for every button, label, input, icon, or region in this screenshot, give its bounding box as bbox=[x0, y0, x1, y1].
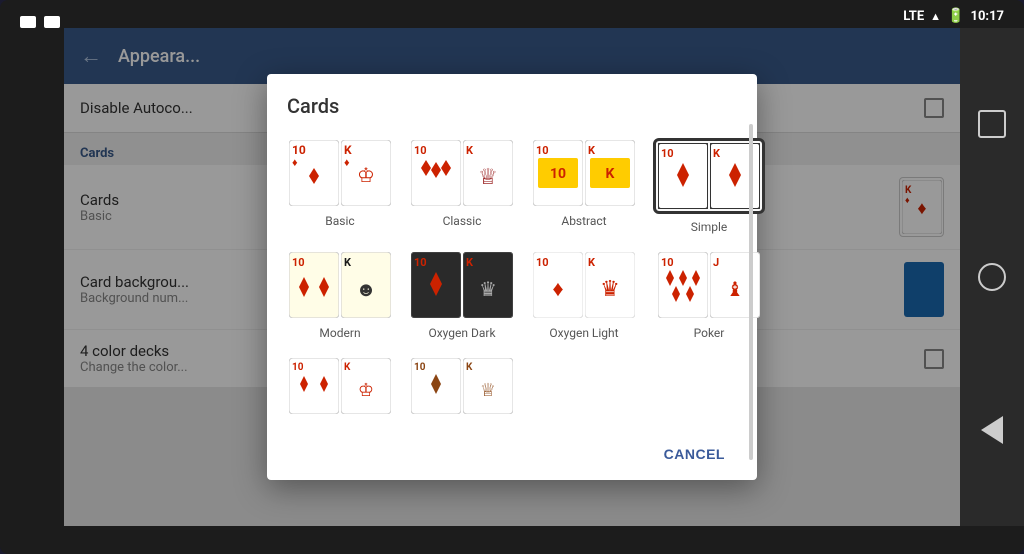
notification-icon bbox=[44, 16, 60, 28]
abstract-card-pair: 10 10 K K bbox=[531, 138, 637, 208]
svg-text:♦: ♦ bbox=[552, 277, 563, 302]
svg-text:♦: ♦ bbox=[344, 156, 350, 169]
cards-options-grid: 10 ♦ K ♦ ♔ Basic bbox=[283, 134, 741, 344]
svg-text:☻: ☻ bbox=[355, 277, 376, 301]
svg-text:♔: ♔ bbox=[357, 163, 375, 187]
svg-text:10: 10 bbox=[292, 143, 306, 157]
classic-card-pair: 10 K ♕ bbox=[409, 138, 515, 208]
signal-icon: ▲ bbox=[930, 10, 941, 23]
battery-icon: 🔋 bbox=[947, 8, 964, 24]
status-bar: LTE ▲ 🔋 10:17 bbox=[903, 8, 1004, 24]
modern-card-pair: 10 K ☻ bbox=[287, 250, 393, 320]
status-icons-left bbox=[20, 8, 60, 28]
modal-actions: CANCEL bbox=[283, 428, 741, 472]
svg-text:♛: ♛ bbox=[600, 277, 620, 302]
svg-text:10: 10 bbox=[661, 147, 674, 160]
card-option-classic[interactable]: 10 K ♕ Classic bbox=[405, 134, 519, 238]
square-nav-icon[interactable] bbox=[978, 110, 1006, 138]
svg-text:K: K bbox=[466, 144, 474, 157]
svg-text:K: K bbox=[713, 147, 721, 160]
back-nav-icon[interactable] bbox=[981, 416, 1003, 444]
svg-text:10: 10 bbox=[661, 256, 674, 269]
extra-cards-row: 10 K ♔ bbox=[283, 352, 741, 420]
svg-text:10: 10 bbox=[536, 256, 549, 269]
svg-text:10: 10 bbox=[414, 144, 427, 157]
card-option-abstract[interactable]: 10 10 K K Abstract bbox=[527, 134, 641, 238]
oxygen-dark-label: Oxygen Dark bbox=[428, 326, 495, 340]
abstract-label: Abstract bbox=[561, 214, 606, 228]
svg-text:♝: ♝ bbox=[726, 277, 744, 301]
card-option-oxygen-light[interactable]: 10 ♦ K ♛ Oxygen Light bbox=[527, 246, 641, 344]
svg-text:K: K bbox=[588, 256, 596, 269]
svg-text:J: J bbox=[713, 256, 719, 269]
extra1-pair: 10 K ♔ bbox=[287, 356, 393, 416]
svg-text:♕: ♕ bbox=[478, 165, 498, 190]
card-option-extra2[interactable]: 10 K ♕ bbox=[405, 352, 519, 420]
svg-text:10: 10 bbox=[550, 166, 566, 182]
svg-text:10: 10 bbox=[292, 362, 304, 373]
modal-scrollbar[interactable] bbox=[749, 124, 753, 460]
circle-nav-icon[interactable] bbox=[978, 263, 1006, 291]
svg-text:K: K bbox=[588, 144, 596, 157]
modal-title: Cards bbox=[283, 94, 741, 118]
svg-text:K: K bbox=[344, 143, 352, 157]
svg-text:♛: ♛ bbox=[479, 277, 497, 301]
card-option-extra1[interactable]: 10 K ♔ bbox=[283, 352, 397, 420]
cancel-button[interactable]: CANCEL bbox=[648, 436, 741, 472]
modern-label: Modern bbox=[319, 326, 360, 340]
svg-text:10: 10 bbox=[414, 362, 426, 373]
oxygen-light-label: Oxygen Light bbox=[549, 326, 618, 340]
svg-text:♦: ♦ bbox=[292, 156, 298, 169]
svg-text:K: K bbox=[344, 256, 352, 269]
poker-label: Poker bbox=[694, 326, 725, 340]
basic-label: Basic bbox=[325, 214, 354, 228]
svg-text:10: 10 bbox=[292, 256, 305, 269]
cards-dialog: Cards 10 ♦ K ♦ bbox=[267, 74, 757, 480]
navigation-bar bbox=[960, 28, 1024, 526]
svg-text:♔: ♔ bbox=[358, 380, 374, 401]
sim-icon bbox=[20, 16, 36, 28]
modal-overlay: Cards 10 ♦ K ♦ bbox=[64, 28, 960, 526]
oxygen-dark-card-pair: 10 K ♛ bbox=[409, 250, 515, 320]
time-display: 10:17 bbox=[971, 9, 1005, 24]
classic-label: Classic bbox=[443, 214, 482, 228]
svg-text:10: 10 bbox=[414, 256, 427, 269]
extra2-pair: 10 K ♕ bbox=[409, 356, 515, 416]
svg-text:10: 10 bbox=[536, 144, 549, 157]
basic-card-pair: 10 ♦ K ♦ ♔ bbox=[287, 138, 393, 208]
card-option-oxygen-dark[interactable]: 10 K ♛ Oxygen Dark bbox=[405, 246, 519, 344]
svg-text:K: K bbox=[606, 166, 615, 182]
poker-card-pair: 10 J ♝ bbox=[656, 250, 762, 320]
svg-text:♕: ♕ bbox=[480, 380, 496, 401]
simple-label: Simple bbox=[691, 220, 728, 234]
lte-label: LTE bbox=[903, 9, 924, 24]
svg-text:K: K bbox=[466, 362, 473, 373]
card-option-modern[interactable]: 10 K ☻ Modern bbox=[283, 246, 397, 344]
svg-text:K: K bbox=[466, 256, 474, 269]
card-option-basic[interactable]: 10 ♦ K ♦ ♔ Basic bbox=[283, 134, 397, 238]
oxygen-light-card-pair: 10 ♦ K ♛ bbox=[531, 250, 637, 320]
svg-text:K: K bbox=[344, 362, 351, 373]
phone-frame: LTE ▲ 🔋 10:17 ← Appeara... Disable Autoc… bbox=[0, 0, 1024, 554]
